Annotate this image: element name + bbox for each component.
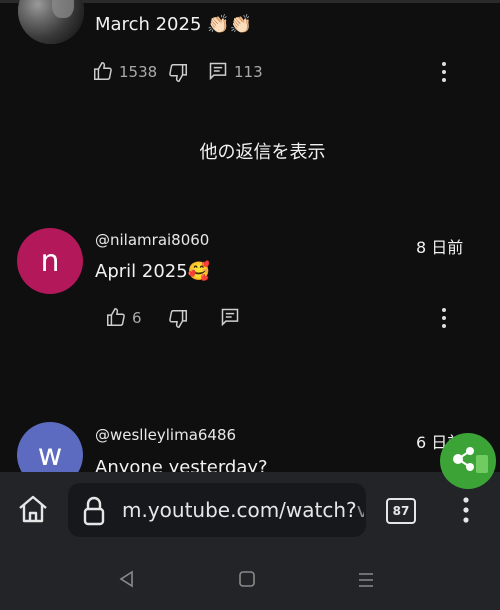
tab-count: 87 (392, 504, 410, 518)
avatar[interactable] (18, 0, 84, 44)
comment-date: 8 日前 (416, 238, 464, 257)
dislike-icon[interactable] (167, 308, 189, 330)
comment-text: March 2025 👏🏻👏🏻 (95, 14, 252, 35)
nav-home-icon[interactable] (238, 570, 256, 588)
avatar-letter: w (37, 437, 63, 473)
more-vert-icon[interactable] (434, 60, 454, 84)
reply-count: 113 (234, 63, 263, 81)
comment-text: April 2025🥰 (95, 261, 211, 282)
lock-icon[interactable] (83, 496, 105, 526)
back-icon[interactable] (357, 571, 375, 589)
more-vert-icon[interactable] (434, 306, 454, 330)
share-fab-icon (453, 447, 488, 473)
url-query: v= (356, 498, 364, 522)
recents-icon[interactable] (118, 570, 136, 588)
like-count: 1538 (119, 63, 158, 81)
dislike-icon[interactable] (167, 62, 189, 84)
like-icon[interactable] (92, 60, 114, 82)
like-icon[interactable] (105, 306, 127, 328)
url-host-path: m.youtube.com/watch? (122, 498, 357, 522)
comment-author[interactable]: @wesllеylima6486 (95, 426, 236, 444)
comment-author[interactable]: @nilamrai8060 (95, 231, 209, 249)
menu-icon[interactable] (456, 495, 476, 525)
home-icon[interactable] (17, 494, 49, 524)
share-fab-button[interactable] (440, 433, 496, 489)
tabs-icon[interactable]: 87 (386, 498, 416, 524)
avatar-letter: n (40, 243, 60, 279)
reply-icon[interactable] (220, 307, 240, 327)
like-count: 6 (132, 309, 142, 327)
show-more-replies-button[interactable]: 他の返信を表示 (0, 138, 500, 164)
reply-icon[interactable] (208, 61, 228, 81)
url-text[interactable]: m.youtube.com/watch?v= (122, 498, 364, 522)
avatar[interactable]: n (17, 228, 83, 294)
